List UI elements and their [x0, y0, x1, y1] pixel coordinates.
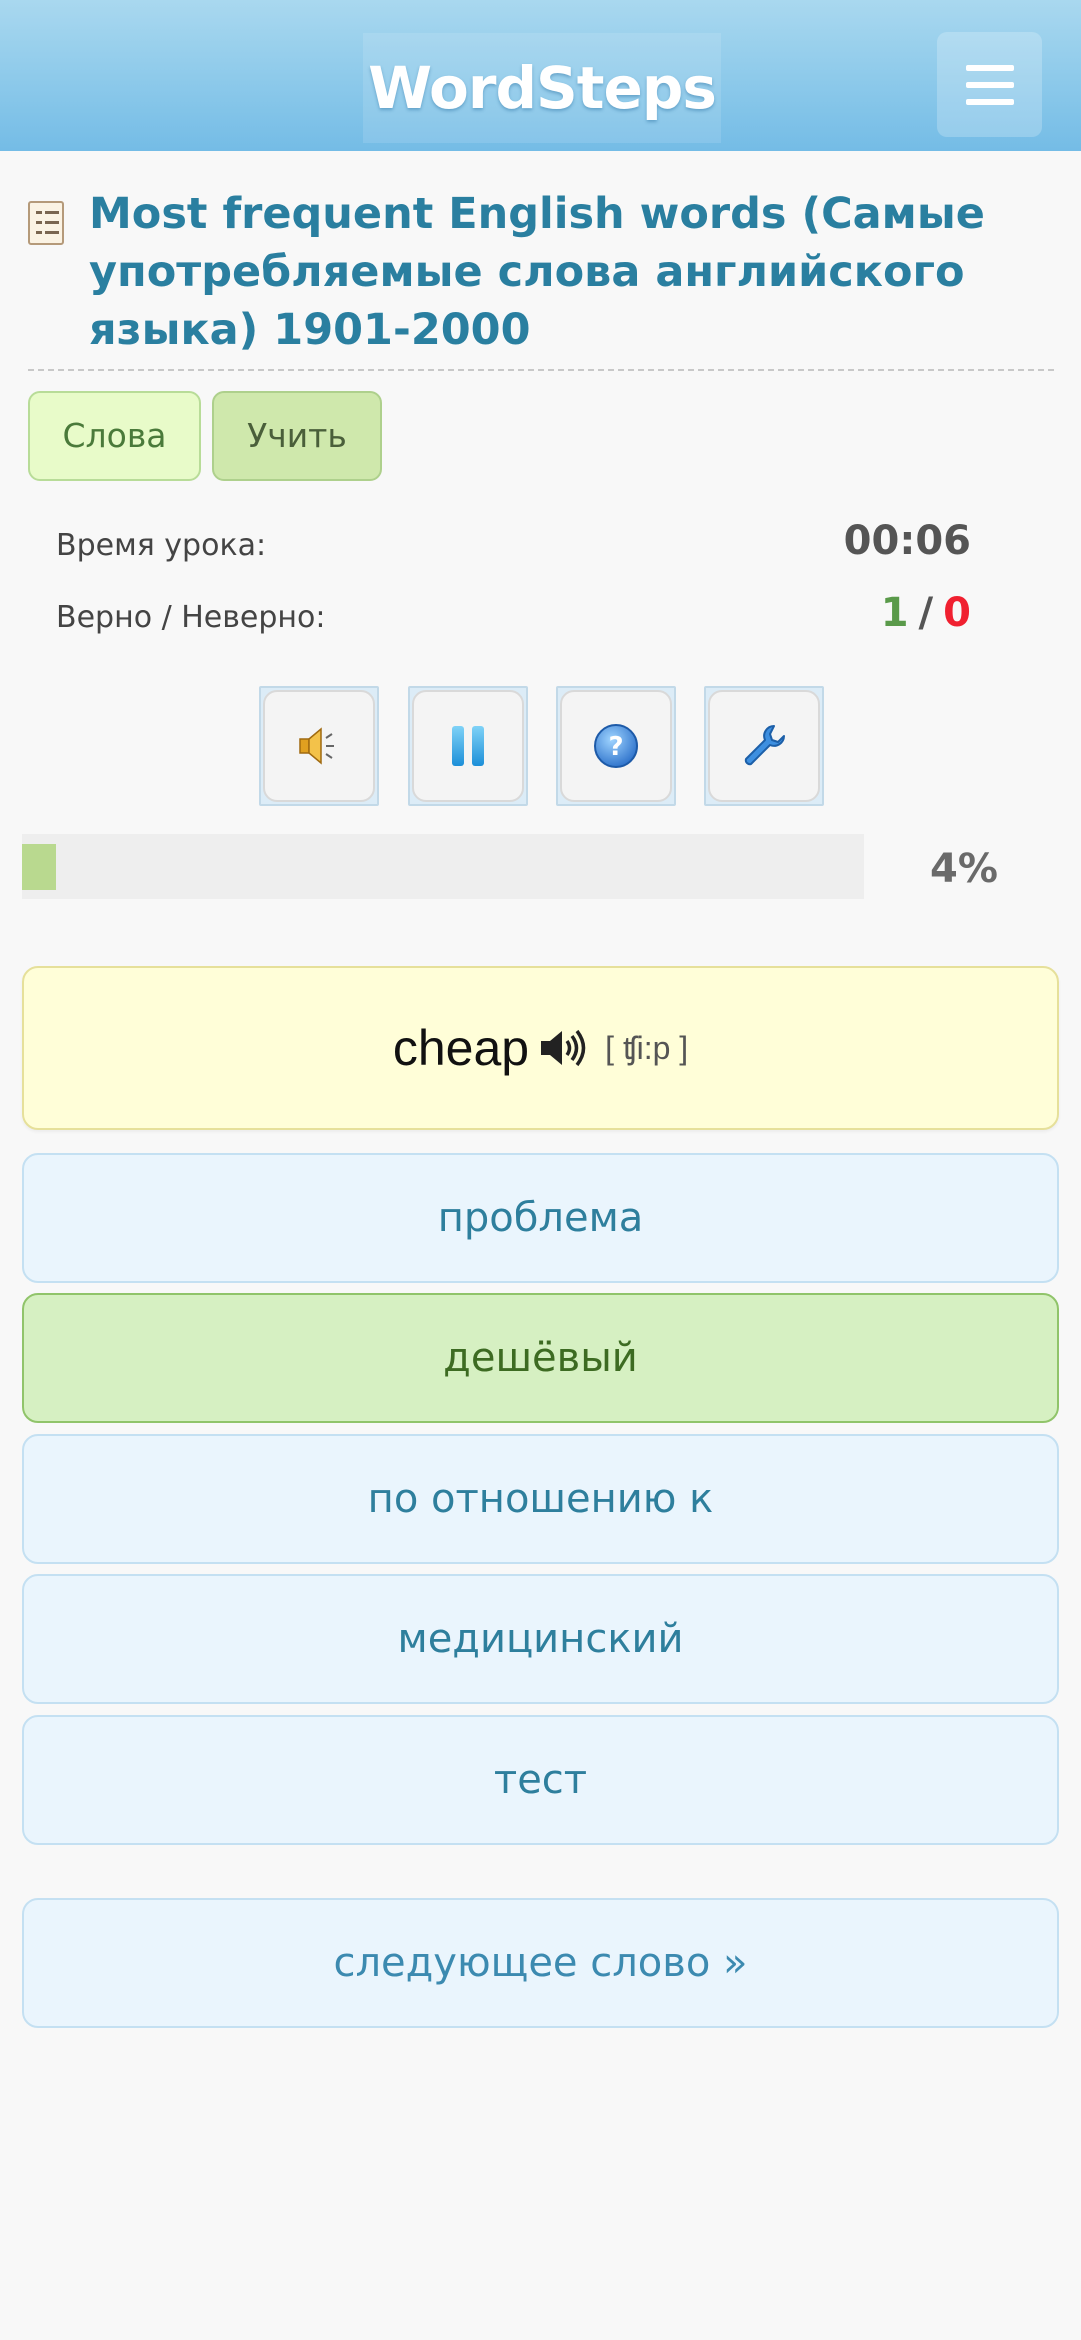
- app-logo[interactable]: WordSteps: [363, 33, 721, 143]
- next-word-button[interactable]: следующее слово »: [22, 1898, 1059, 2028]
- word-list-icon: [28, 201, 64, 245]
- progress-percent: 4%: [930, 846, 998, 892]
- help-icon: ?: [594, 724, 638, 768]
- answer-option[interactable]: медицинский: [22, 1574, 1059, 1704]
- pronounce-speaker-icon[interactable]: [539, 1028, 587, 1068]
- menu-icon-bar: [965, 98, 1014, 105]
- correct-count: 1: [880, 590, 909, 636]
- help-button[interactable]: ?: [556, 686, 676, 806]
- pause-icon: [452, 726, 484, 766]
- progress-bar-fill: [22, 844, 56, 890]
- settings-button[interactable]: [704, 686, 824, 806]
- lesson-title-block: Most frequent English words (Самые употр…: [28, 185, 1054, 371]
- score-separator: /: [918, 590, 934, 636]
- answer-option[interactable]: по отношению к: [22, 1434, 1059, 1564]
- word-card: cheap [ ʧi:p ]: [22, 966, 1059, 1130]
- menu-icon-bar: [965, 81, 1014, 88]
- answer-option[interactable]: тест: [22, 1715, 1059, 1845]
- lesson-time-label: Время урока:: [56, 528, 267, 563]
- wrench-icon: [744, 725, 785, 766]
- svg-text:?: ?: [608, 732, 623, 762]
- menu-icon-bar: [965, 64, 1014, 71]
- score-value: 1/0: [881, 590, 971, 636]
- progress-bar: [22, 834, 864, 899]
- app-header: WordSteps: [0, 0, 1081, 151]
- page-title[interactable]: Most frequent English words (Самые употр…: [89, 185, 1054, 359]
- wrong-count: 0: [943, 590, 971, 636]
- tab-words[interactable]: Слова: [28, 391, 201, 481]
- word-transcription: [ ʧi:p ]: [605, 1029, 689, 1066]
- score-label: Верно / Неверно:: [56, 600, 326, 635]
- answer-option[interactable]: проблема: [22, 1153, 1059, 1283]
- tab-learn[interactable]: Учить: [212, 391, 382, 481]
- pause-button[interactable]: [408, 686, 528, 806]
- answer-option-correct[interactable]: дешёвый: [22, 1293, 1059, 1423]
- question-word: cheap: [392, 1020, 530, 1076]
- hamburger-menu-button[interactable]: [937, 32, 1042, 137]
- lesson-time-value: 00:06: [843, 518, 971, 564]
- sound-button[interactable]: [259, 686, 379, 806]
- speaker-icon: [299, 727, 334, 765]
